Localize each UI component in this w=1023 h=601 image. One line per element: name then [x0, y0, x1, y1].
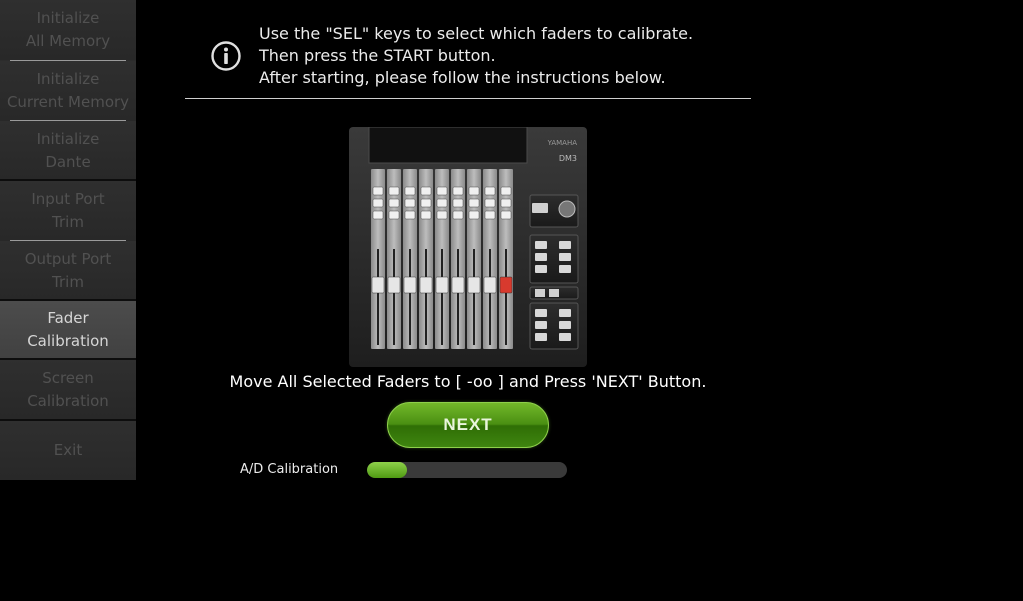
fader-cap — [435, 276, 449, 294]
fader-cap — [419, 276, 433, 294]
strip-key — [452, 198, 464, 208]
strip-key — [500, 210, 512, 220]
strip-key — [388, 210, 400, 220]
console-touchscreen — [368, 127, 528, 164]
fader-cap — [371, 276, 385, 294]
console-key — [559, 241, 571, 249]
strip-key — [404, 210, 416, 220]
console-key — [535, 241, 547, 249]
fader-track — [505, 249, 507, 345]
fader-track — [457, 249, 459, 345]
strip-key — [468, 186, 480, 196]
fader-track — [377, 249, 379, 345]
divider — [185, 98, 751, 99]
console-key — [535, 321, 547, 329]
fader-cap — [499, 276, 513, 294]
strip-key — [500, 198, 512, 208]
ad-calibration-progress-bar — [367, 462, 567, 478]
instruction-line: Use the "SEL" keys to select which fader… — [259, 24, 694, 43]
strip-key — [388, 186, 400, 196]
fader-cap — [483, 276, 497, 294]
strip-key — [404, 186, 416, 196]
sidebar-item-exit[interactable]: Exit — [0, 421, 136, 480]
strip-key — [452, 186, 464, 196]
fader-track — [473, 249, 475, 345]
strip-key — [420, 210, 432, 220]
console-key — [559, 321, 571, 329]
strip-key — [468, 198, 480, 208]
fader-cap — [387, 276, 401, 294]
console-key — [535, 309, 547, 317]
console-model: DM3 — [559, 154, 577, 163]
console-brand: YAMAHA — [547, 139, 578, 147]
instruction-line: Then press the START button. — [259, 46, 496, 65]
console-key — [559, 253, 571, 261]
console-key — [549, 289, 559, 297]
strip-key — [468, 210, 480, 220]
sidebar-item-screen-calibration[interactable]: Screen Calibration — [0, 360, 136, 420]
sidebar-item-input-port-trim[interactable]: Input Port Trim — [0, 181, 136, 241]
console-key — [559, 333, 571, 341]
strip-key — [404, 198, 416, 208]
fader-strips — [371, 169, 513, 349]
strip-key — [388, 198, 400, 208]
fader-track — [425, 249, 427, 345]
instruction-line: After starting, please follow the instru… — [259, 68, 666, 87]
strip-key — [372, 210, 384, 220]
console-key — [535, 289, 545, 297]
fader-cap — [403, 276, 417, 294]
strip-key — [436, 210, 448, 220]
instructions: Use the "SEL" keys to select which fader… — [259, 23, 749, 89]
strip-key — [484, 198, 496, 208]
sidebar: Initialize All Memory Initialize Current… — [0, 0, 136, 480]
strip-key — [436, 186, 448, 196]
strip-key — [372, 186, 384, 196]
console-key — [532, 203, 548, 213]
fader-track — [393, 249, 395, 345]
next-button[interactable]: NEXT — [387, 402, 549, 448]
sidebar-item-initialize-dante[interactable]: Initialize Dante — [0, 121, 136, 181]
strip-key — [420, 198, 432, 208]
info-icon — [211, 41, 241, 71]
strip-key — [452, 210, 464, 220]
fader-cap — [451, 276, 465, 294]
calibration-prompt: Move All Selected Faders to [ -oo ] and … — [229, 372, 707, 391]
sidebar-item-initialize-all-memory[interactable]: Initialize All Memory — [0, 0, 136, 60]
sidebar-item-fader-calibration[interactable]: Fader Calibration — [0, 301, 136, 358]
console-key — [559, 309, 571, 317]
fader-track — [489, 249, 491, 345]
strip-key — [484, 186, 496, 196]
console-illustration: YAMAHA DM3 — [349, 127, 587, 367]
sidebar-item-output-port-trim[interactable]: Output Port Trim — [0, 241, 136, 301]
console-key — [559, 265, 571, 273]
console-key — [535, 265, 547, 273]
strip-key — [436, 198, 448, 208]
fader-calibration-screen: Initialize All Memory Initialize Current… — [0, 0, 1023, 601]
console-key — [535, 253, 547, 261]
strip-key — [500, 186, 512, 196]
console-key — [535, 333, 547, 341]
fader-track — [409, 249, 411, 345]
console-knob — [558, 200, 576, 218]
strip-key — [420, 186, 432, 196]
strip-key — [484, 210, 496, 220]
strip-key — [372, 198, 384, 208]
fader-cap — [467, 276, 481, 294]
ad-calibration-label: A/D Calibration — [240, 462, 339, 477]
sidebar-item-initialize-current-memory[interactable]: Initialize Current Memory — [0, 61, 136, 121]
ad-calibration-progress-fill — [367, 462, 407, 478]
fader-track — [441, 249, 443, 345]
